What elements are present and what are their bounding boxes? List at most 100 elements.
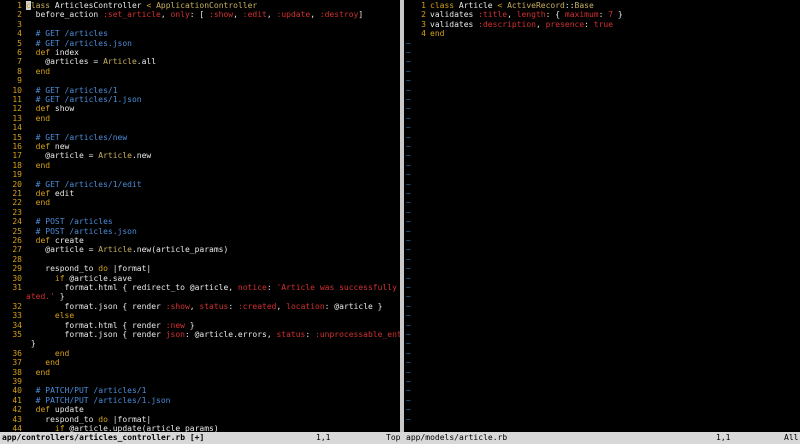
left-code-line[interactable]: 1 class ArticlesController < ApplicationC… <box>0 1 257 10</box>
line-number: 3 <box>17 19 22 29</box>
empty-line-tilde: ~ <box>406 339 411 349</box>
code-token: } <box>54 292 65 302</box>
line-number: 32 <box>12 301 22 311</box>
code-token: validates <box>430 10 479 20</box>
code-token: format.html { redirect_to @article, <box>26 283 238 292</box>
left-code-line[interactable]: 14 <box>0 123 26 132</box>
right-editor-pane[interactable]: 1 class Article < ActiveRecord::Base 2 vali… <box>404 0 800 432</box>
line-number: 12 <box>12 104 22 114</box>
line-number: 21 <box>12 189 22 198</box>
left-code-line[interactable]: 16 def new <box>0 142 69 151</box>
line-number: 8 <box>17 66 22 76</box>
left-code-line[interactable]: 7 @articles = Article.all <box>0 57 156 66</box>
left-code-line[interactable]: 40 # PATCH/PUT /articles/1 <box>0 386 146 395</box>
left-code-line[interactable]: 10 # GET /articles/1 <box>0 86 117 95</box>
left-code-line[interactable]: 37 end <box>0 358 59 367</box>
right-code-line[interactable]: 4 end <box>404 29 444 38</box>
left-code-line[interactable]: 31 format.html { redirect_to @article, n… <box>0 283 400 292</box>
code-token: lass <box>30 1 55 10</box>
left-code-line[interactable]: 21 def edit <box>0 189 74 198</box>
left-code-line[interactable]: 44 if @article.update(article_params) <box>0 424 218 432</box>
code-token: Article <box>103 57 137 67</box>
code-token: :destroy <box>319 10 359 20</box>
left-code-line[interactable]: 5 # GET /articles.json <box>0 39 132 48</box>
left-code-line[interactable]: 8 end <box>0 67 50 76</box>
empty-line-tilde: ~ <box>406 264 411 274</box>
line-number: 5 <box>17 38 22 48</box>
line-number: 15 <box>12 132 22 142</box>
code-token: : <box>228 301 238 311</box>
code-token: : { <box>545 10 565 20</box>
code-token: def <box>26 405 55 415</box>
left-code-line[interactable]: 0 } <box>0 339 36 348</box>
empty-line-tilde: ~ <box>406 386 411 396</box>
left-code-line[interactable]: 0 ated.' } <box>0 292 65 301</box>
empty-line-tilde: ~ <box>406 273 411 283</box>
code-token: def <box>26 48 55 57</box>
left-code-line[interactable]: 28 <box>0 255 26 264</box>
code-token: respond_to <box>26 414 99 424</box>
left-code-line[interactable]: 39 <box>0 377 26 386</box>
line-number: 3 <box>421 19 426 29</box>
left-code-line[interactable]: 11 # GET /articles/1.json <box>0 95 141 104</box>
empty-line-tilde: ~ <box>406 123 411 133</box>
left-code-line[interactable]: 34 format.html { render :new } <box>0 320 194 330</box>
code-token: status <box>199 301 229 311</box>
code-token: notice <box>237 283 267 292</box>
code-token: do <box>98 264 113 274</box>
empty-line-tilde: ~ <box>406 320 411 330</box>
code-token: do <box>98 414 113 424</box>
left-code-line[interactable]: 36 end <box>0 349 69 358</box>
left-code-line[interactable]: 33 else <box>0 311 74 320</box>
left-code-line[interactable]: 38 end <box>0 368 50 377</box>
empty-line-tilde: ~ <box>406 198 411 208</box>
right-code-line[interactable]: 1 class Article < ActiveRecord::Base <box>404 1 594 10</box>
code-token: :title <box>478 10 508 20</box>
code-token: : [ <box>189 10 210 20</box>
line-number: 35 <box>12 330 22 339</box>
empty-line-tilde: ~ <box>406 311 411 321</box>
left-code-line[interactable]: 18 end <box>0 161 50 170</box>
left-code-line[interactable]: 9 <box>0 76 26 85</box>
empty-line-tilde: ~ <box>406 367 411 377</box>
line-number: 18 <box>12 160 22 170</box>
left-code-line[interactable]: 3 <box>0 20 26 29</box>
left-code-line[interactable]: 19 <box>0 170 26 179</box>
left-code-line[interactable]: 35 format.json { render json: @article.e… <box>0 330 400 339</box>
left-code-line[interactable]: 29 respond_to do |format| <box>0 264 151 273</box>
left-code-line[interactable]: 15 # GET /articles/new <box>0 133 127 142</box>
code-token: format.html { render <box>26 320 166 330</box>
line-number: 42 <box>12 405 22 415</box>
left-code-line[interactable]: 43 respond_to do |format| <box>0 415 151 424</box>
left-code-line[interactable]: 41 # PATCH/PUT /articles/1.json <box>0 396 170 405</box>
code-token: :edit <box>242 10 267 20</box>
left-code-line[interactable]: 32 format.json { render :show, status: :… <box>0 302 382 311</box>
empty-line-tilde: ~ <box>406 236 411 245</box>
empty-line-tilde: ~ <box>406 189 411 198</box>
left-code-line[interactable]: 2 before_action :set_article, only: [ :s… <box>0 10 363 19</box>
left-editor-pane[interactable]: 1 class ArticlesController < ApplicationC… <box>0 0 400 432</box>
left-code-line[interactable]: 26 def create <box>0 236 83 245</box>
left-code-line[interactable]: 20 # GET /articles/1/edit <box>0 180 141 189</box>
left-code-line[interactable]: 24 # POST /articles <box>0 217 112 226</box>
left-code-line[interactable]: 17 @article = Article.new <box>0 151 151 160</box>
code-token: update <box>54 405 84 415</box>
left-code-line[interactable]: 4 # GET /articles <box>0 29 108 38</box>
right-code-line[interactable]: 3 validates :description, presence: true <box>404 20 613 29</box>
left-code-line[interactable]: 25 # POST /articles.json <box>0 227 136 236</box>
left-code-line[interactable]: 42 def update <box>0 405 84 415</box>
right-cursor-position: 1,1 <box>716 433 731 442</box>
code-token: def <box>26 189 55 198</box>
left-code-line[interactable]: 23 <box>0 208 26 217</box>
left-code-line[interactable]: 6 def index <box>0 48 79 57</box>
left-code-line[interactable]: 22 end <box>0 198 50 207</box>
left-code-line[interactable]: 30 if @article.save <box>0 274 132 283</box>
code-token: json <box>165 330 185 339</box>
left-code-line[interactable]: 12 def show <box>0 104 74 113</box>
code-token: # GET /articles.json <box>26 38 132 48</box>
left-code-line[interactable]: 27 @article = Article.new(article_params… <box>0 245 228 254</box>
left-code-line[interactable]: 13 end <box>0 114 50 123</box>
code-token: :: <box>564 1 575 10</box>
code-token: : <box>584 19 594 29</box>
right-code-line[interactable]: 2 validates :title, length: { maximum: 7 … <box>404 10 623 19</box>
